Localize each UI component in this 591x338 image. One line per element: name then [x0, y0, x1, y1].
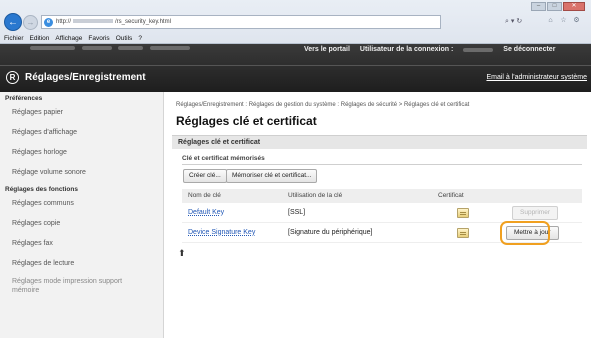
logout-link[interactable]: Se déconnecter	[503, 46, 555, 53]
menu-affichage[interactable]: Affichage	[55, 35, 82, 42]
toolbar-icons: ⌂ ☆ ⚙	[546, 16, 581, 25]
sidebar-item-scan[interactable]: Réglages de lecture	[0, 254, 163, 274]
main-content: Réglages/Enregistrement : Réglages de ge…	[172, 92, 587, 338]
close-icon[interactable]: ✕	[563, 2, 585, 11]
col-key-name: Nom de clé	[188, 192, 221, 199]
key-name-link[interactable]: Device Signature Key	[188, 229, 255, 236]
menu-favoris[interactable]: Favoris	[88, 35, 109, 42]
col-certificate: Certificat	[438, 192, 464, 199]
section-header: Réglages clé et certificat	[172, 135, 587, 149]
user-redacted	[463, 47, 494, 52]
key-usage: [SSL]	[288, 209, 306, 216]
email-admin-link[interactable]: Email à l'administrateur système	[486, 74, 587, 81]
key-name-link[interactable]: Default Key	[188, 209, 224, 216]
subsection-title: Clé et certificat mémorisés	[182, 155, 265, 162]
breadcrumb: Réglages/Enregistrement : Réglages de ge…	[176, 102, 470, 108]
key-usage: [Signature du périphérique]	[288, 229, 373, 236]
home-icon[interactable]: ⌂	[546, 16, 555, 25]
sidebar-item-common[interactable]: Réglages communs	[0, 194, 163, 214]
address-bar[interactable]: e http:///rs_security_key.html	[41, 15, 441, 29]
app-header: Vers le portail Utilisateur de la connex…	[0, 44, 591, 92]
sidebar-item-volume[interactable]: Réglage volume sonore	[0, 163, 163, 183]
window-controls: – □ ✕	[531, 2, 585, 11]
sidebar-item-memory-print[interactable]: Réglages mode impression support mémoire	[0, 274, 163, 298]
header-divider	[0, 65, 591, 66]
col-key-usage: Utilisation de la clé	[288, 192, 343, 199]
sidebar-item-copy[interactable]: Réglages copie	[0, 214, 163, 234]
header-links: Vers le portail Utilisateur de la connex…	[304, 46, 555, 53]
page-top-icon[interactable]: ⬆	[178, 248, 186, 259]
address-tools[interactable]: ⌕ ▾ ↻	[505, 17, 522, 26]
gear-icon[interactable]: ⚙	[572, 16, 581, 25]
sidebar-item-paper[interactable]: Réglages papier	[0, 103, 163, 123]
sidebar-item-fax[interactable]: Réglages fax	[0, 234, 163, 254]
delete-button[interactable]: Supprimer	[512, 206, 558, 220]
menu-bar: Fichier Edition Affichage Favoris Outils…	[4, 35, 142, 42]
browser-chrome: – □ ✕ ← → e http:///rs_security_key.html…	[0, 0, 591, 44]
table-row: Default Key [SSL] Supprimer	[182, 203, 582, 223]
sidebar-group-preferences: Préférences	[5, 95, 43, 102]
sidebar-item-display[interactable]: Réglages d'affichage	[0, 123, 163, 143]
ie-page-icon: e	[44, 17, 53, 27]
header-redacted	[0, 44, 260, 52]
forward-arrow-icon[interactable]: →	[23, 15, 38, 30]
certificate-icon[interactable]	[457, 227, 469, 238]
col-action	[492, 189, 582, 203]
menu-fichier[interactable]: Fichier	[4, 35, 24, 42]
app-title-row: R Réglages/Enregistrement	[6, 71, 146, 84]
key-table: Nom de clé Utilisation de la clé Certifi…	[182, 189, 582, 245]
sidebar-item-clock[interactable]: Réglages horloge	[0, 143, 163, 163]
table-row: Device Signature Key [Signature du périp…	[182, 221, 582, 245]
sidebar: Préférences Réglages papier Réglages d'a…	[0, 92, 164, 338]
login-user-label: Utilisateur de la connexion :	[359, 46, 454, 53]
app-title: Réglages/Enregistrement	[25, 72, 146, 83]
register-key-button[interactable]: Mémoriser clé et certificat...	[226, 169, 318, 183]
table-header: Nom de clé Utilisation de la clé Certifi…	[182, 189, 582, 203]
back-arrow-icon[interactable]: ←	[4, 13, 22, 31]
address-url: http:///rs_security_key.html	[56, 19, 171, 25]
page-title: Réglages clé et certificat	[176, 114, 317, 128]
menu-edition[interactable]: Edition	[30, 35, 50, 42]
certificate-icon[interactable]	[457, 207, 469, 218]
star-icon[interactable]: ☆	[559, 16, 568, 25]
sidebar-group-functions: Réglages des fonctions	[5, 186, 78, 193]
update-highlight	[500, 221, 550, 245]
maximize-icon[interactable]: □	[547, 2, 562, 11]
menu-outils[interactable]: Outils	[116, 35, 133, 42]
portal-link[interactable]: Vers le portail	[304, 46, 350, 53]
subsection-divider	[182, 164, 582, 165]
create-key-button[interactable]: Créer clé...	[183, 169, 227, 183]
logo-icon: R	[6, 71, 19, 84]
menu-help[interactable]: ?	[138, 35, 142, 42]
minimize-icon[interactable]: –	[531, 2, 546, 11]
